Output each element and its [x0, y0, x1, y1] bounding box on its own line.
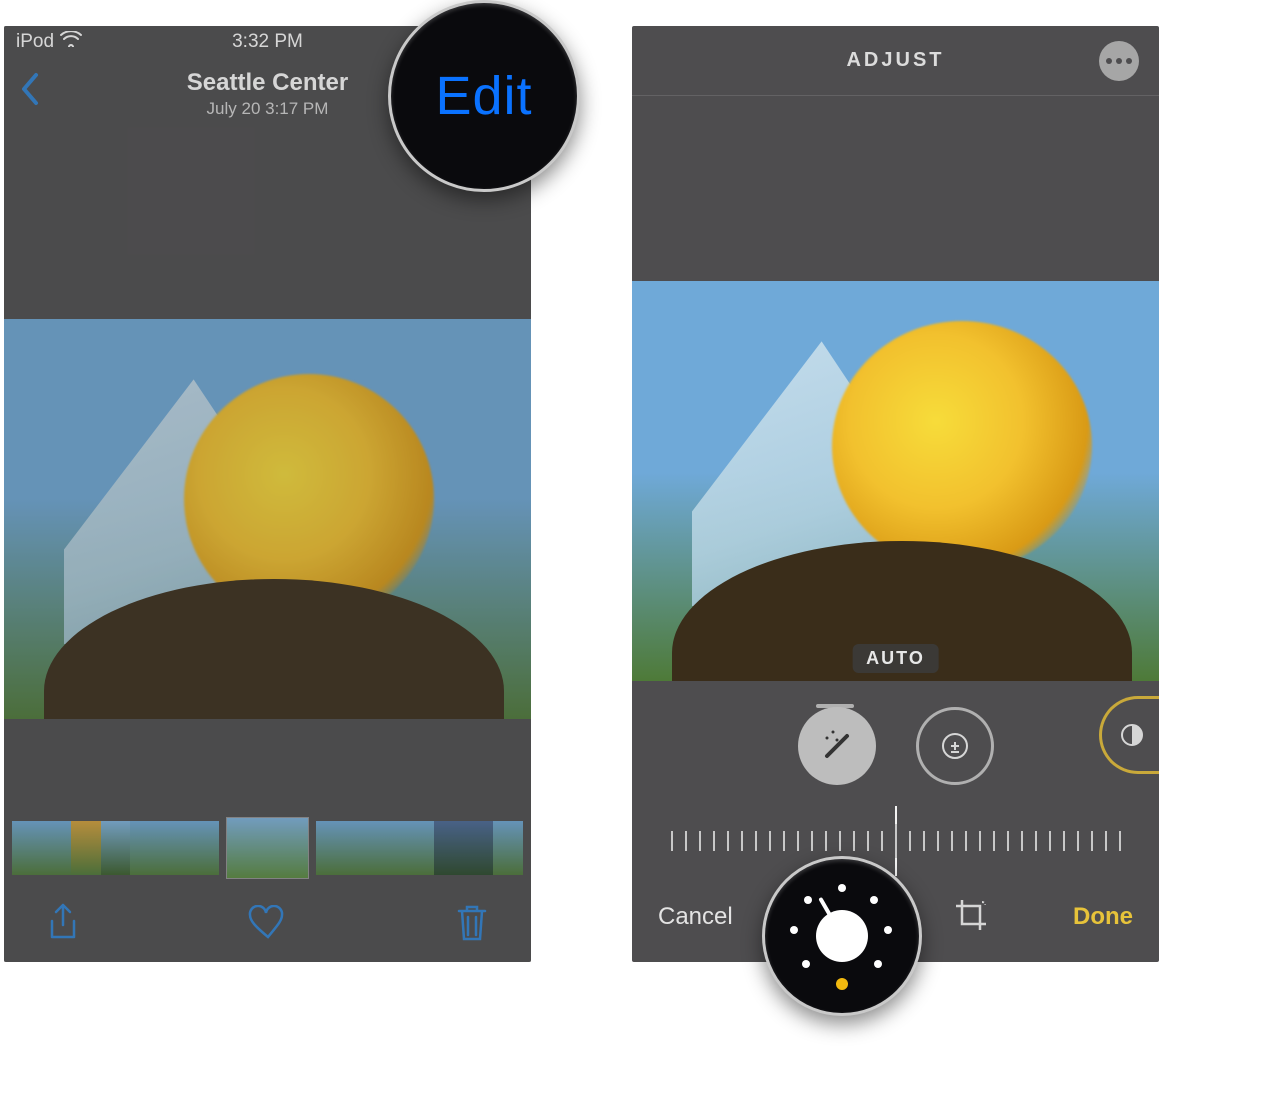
slider-tick — [951, 831, 953, 851]
ellipsis-icon — [1106, 58, 1112, 64]
clock-time: 3:32 PM — [232, 31, 303, 53]
thumbnail[interactable] — [316, 821, 346, 875]
thumbnail[interactable] — [375, 821, 405, 875]
brilliance-tool-partial[interactable] — [1099, 696, 1159, 774]
slider-tick — [867, 831, 869, 851]
slider-tick — [909, 831, 911, 851]
auto-enhance-tool[interactable] — [798, 707, 876, 785]
ellipsis-icon — [1126, 58, 1132, 64]
cancel-button[interactable]: Cancel — [658, 903, 733, 931]
slider-tick — [1035, 831, 1037, 851]
date-subtitle: July 20 3:17 PM — [187, 98, 348, 119]
edit-header: ADJUST — [632, 26, 1159, 96]
wifi-icon — [60, 31, 82, 53]
slider-tick — [1049, 831, 1051, 851]
thumbnail[interactable] — [12, 821, 42, 875]
phone-screenshot-edit-view: ADJUST AUTO — [632, 26, 1159, 962]
thumbnail[interactable] — [101, 821, 131, 875]
thumbnail-strip[interactable] — [4, 818, 531, 878]
slider-tick — [741, 831, 743, 851]
slider-tick — [923, 831, 925, 851]
magic-wand-icon — [817, 726, 857, 766]
thumbnail[interactable] — [160, 821, 190, 875]
slider-tick — [1063, 831, 1065, 851]
photo-preview[interactable] — [4, 319, 531, 719]
photo-edit-canvas[interactable]: AUTO — [632, 281, 1159, 681]
slider-tick — [671, 831, 673, 851]
slider-tick — [783, 831, 785, 851]
thumbnail[interactable] — [434, 821, 464, 875]
slider-tick — [825, 831, 827, 851]
thumbnail[interactable] — [493, 821, 523, 875]
slider-tick — [1077, 831, 1079, 851]
callout-magnify-adjust-dial — [762, 856, 922, 1016]
brilliance-tool[interactable] — [1099, 696, 1159, 774]
slider-tick — [1105, 831, 1107, 851]
slider-tick — [1119, 831, 1121, 851]
share-icon[interactable] — [42, 902, 84, 944]
thumbnail[interactable] — [345, 821, 375, 875]
auto-badge: AUTO — [852, 644, 939, 673]
device-label: iPod — [16, 31, 54, 53]
more-button[interactable] — [1099, 41, 1139, 81]
thumbnail[interactable] — [464, 821, 494, 875]
exposure-tool[interactable] — [916, 707, 994, 785]
slider-tick — [769, 831, 771, 851]
slider-tick — [727, 831, 729, 851]
photo-content — [832, 321, 1092, 571]
thumbnail[interactable] — [130, 821, 160, 875]
slider-tick — [853, 831, 855, 851]
thumbnail[interactable] — [189, 821, 219, 875]
slider-tick — [881, 831, 883, 851]
thumbnail[interactable] — [405, 821, 435, 875]
slider-tick — [755, 831, 757, 851]
slider-tick — [937, 831, 939, 851]
slider-tick — [1007, 831, 1009, 851]
photo-title-block: Seattle Center July 20 3:17 PM — [187, 68, 348, 119]
slider-tick — [965, 831, 967, 851]
slider-tick — [797, 831, 799, 851]
ellipsis-icon — [1116, 58, 1122, 64]
slider-tick — [993, 831, 995, 851]
adjust-dial-icon — [792, 886, 892, 986]
heart-icon[interactable] — [247, 902, 289, 944]
thumbnail[interactable] — [42, 821, 72, 875]
crop-tab-icon[interactable] — [952, 896, 990, 939]
trash-icon[interactable] — [451, 902, 493, 944]
bottom-toolbar — [4, 884, 531, 962]
slider-tick — [713, 831, 715, 851]
slider-tick — [699, 831, 701, 851]
slider-tick — [811, 831, 813, 851]
location-title: Seattle Center — [187, 68, 348, 98]
callout-magnify-edit: Edit — [388, 0, 580, 192]
thumbnail[interactable] — [71, 821, 101, 875]
back-chevron-icon[interactable] — [18, 71, 40, 117]
slider-tick — [1021, 831, 1023, 851]
slider-tick — [1091, 831, 1093, 851]
exposure-icon — [939, 730, 971, 762]
adjust-dial-active-dot — [836, 978, 848, 990]
slider-tick — [979, 831, 981, 851]
adjust-title: ADJUST — [846, 49, 944, 72]
thumbnail-selected[interactable] — [227, 818, 308, 878]
brilliance-icon — [1118, 721, 1146, 749]
done-button[interactable]: Done — [1073, 903, 1133, 931]
adjustment-slider[interactable] — [652, 816, 1139, 866]
slider-tick — [685, 831, 687, 851]
adjust-tool-row[interactable] — [632, 696, 1159, 796]
slider-tick — [839, 831, 841, 851]
slider-tick-center — [895, 824, 897, 858]
edit-button-magnified: Edit — [435, 65, 532, 127]
